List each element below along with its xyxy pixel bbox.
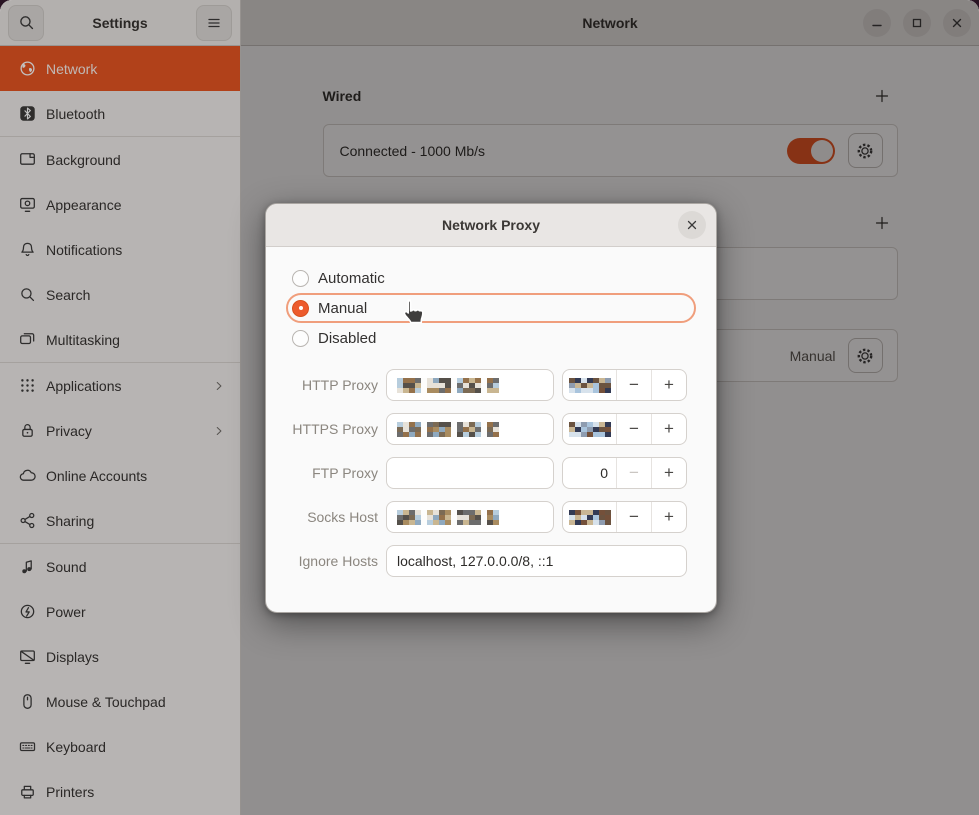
- ftp-proxy-port-increment-button[interactable]: +: [652, 458, 686, 488]
- proxy-mode-option-automatic[interactable]: Automatic: [286, 263, 696, 293]
- radio-option-label: Manual: [318, 300, 367, 317]
- radio-button-icon: [292, 330, 309, 347]
- dialog-title: Network Proxy: [266, 217, 716, 233]
- redacted-value-mosaic: [569, 422, 611, 437]
- ignore-hosts-input[interactable]: localhost, 127.0.0.0/8, ::1: [386, 545, 687, 577]
- http-proxy-port-value[interactable]: [563, 370, 616, 400]
- proxy-form: HTTP Proxy−+HTTPS Proxy−+FTP Proxy0−+Soc…: [286, 369, 696, 577]
- dialog-close-button[interactable]: [678, 211, 706, 239]
- proxy-mode-option-manual[interactable]: Manual: [286, 293, 696, 323]
- radio-button-icon: [292, 270, 309, 287]
- radio-option-label: Automatic: [318, 270, 385, 287]
- ftp-proxy-row: FTP Proxy 0−+: [286, 457, 696, 489]
- socks-host-port-value[interactable]: [563, 502, 616, 532]
- https-proxy-input[interactable]: [386, 413, 554, 445]
- https-proxy-row: HTTPS Proxy −+: [286, 413, 696, 445]
- https-proxy-port-spinner[interactable]: −+: [562, 413, 687, 445]
- ftp-proxy-port-spinner[interactable]: 0−+: [562, 457, 687, 489]
- https-proxy-port-value[interactable]: [563, 414, 616, 444]
- http-proxy-port-increment-button[interactable]: +: [652, 370, 686, 400]
- ignore-hosts-row: Ignore Hostslocalhost, 127.0.0.0/8, ::1: [286, 545, 696, 577]
- socks-host-input[interactable]: [386, 501, 554, 533]
- http-proxy-row: HTTP Proxy −+: [286, 369, 696, 401]
- http-proxy-input[interactable]: [386, 369, 554, 401]
- proxy-mode-radio-group: Automatic Manual Disabled: [286, 263, 696, 353]
- http-proxy-port-spinner[interactable]: −+: [562, 369, 687, 401]
- redacted-value-mosaic: [569, 378, 611, 393]
- close-icon: [686, 219, 698, 231]
- socks-host-row: Socks Host −+: [286, 501, 696, 533]
- radio-button-icon: [292, 300, 309, 317]
- socks-host-label: Socks Host: [286, 509, 383, 525]
- redacted-value-mosaic: [397, 378, 499, 393]
- settings-window: Settings NetworkBluetoothBackgroundAppea…: [0, 0, 979, 815]
- redacted-value-mosaic: [397, 510, 499, 525]
- redacted-value-mosaic: [397, 422, 499, 437]
- socks-host-port-decrement-button[interactable]: −: [617, 502, 651, 532]
- ftp-proxy-port-value[interactable]: 0: [563, 458, 616, 488]
- https-proxy-label: HTTPS Proxy: [286, 421, 383, 437]
- http-proxy-label: HTTP Proxy: [286, 377, 383, 393]
- http-proxy-port-decrement-button[interactable]: −: [617, 370, 651, 400]
- socks-host-port-increment-button[interactable]: +: [652, 502, 686, 532]
- ignore-hosts-label: Ignore Hosts: [286, 553, 383, 569]
- redacted-value-mosaic: [569, 510, 611, 525]
- ftp-proxy-input[interactable]: [386, 457, 554, 489]
- network-proxy-dialog: Network Proxy Automatic Manual Disabled HT…: [265, 203, 717, 613]
- ftp-proxy-port-decrement-button[interactable]: −: [617, 458, 651, 488]
- https-proxy-port-decrement-button[interactable]: −: [617, 414, 651, 444]
- dialog-body: AutomaticManualDisabled HTTP Proxy−+HTTP…: [266, 247, 716, 589]
- dialog-headerbar: Network Proxy: [266, 204, 716, 247]
- ftp-proxy-label: FTP Proxy: [286, 465, 383, 481]
- socks-host-port-spinner[interactable]: −+: [562, 501, 687, 533]
- radio-option-label: Disabled: [318, 330, 376, 347]
- proxy-mode-option-disabled[interactable]: Disabled: [286, 323, 696, 353]
- https-proxy-port-increment-button[interactable]: +: [652, 414, 686, 444]
